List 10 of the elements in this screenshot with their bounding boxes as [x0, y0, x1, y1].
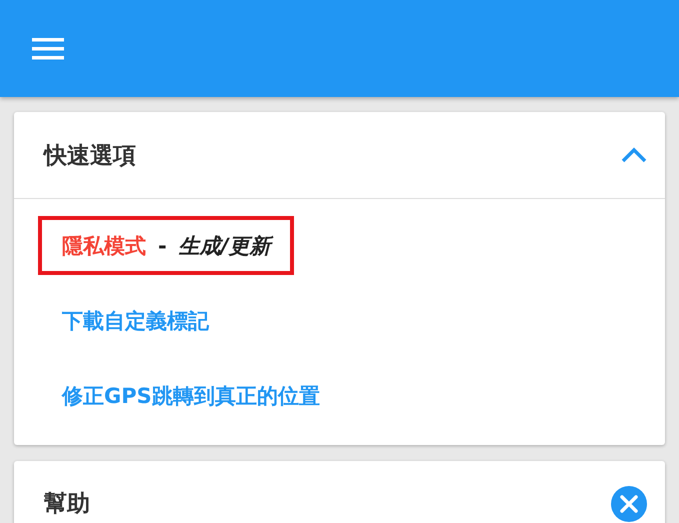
- close-icon[interactable]: [611, 486, 647, 522]
- chevron-up-icon[interactable]: [621, 147, 647, 163]
- menu-link[interactable]: 隱私模式 - 生成/更新: [38, 216, 294, 275]
- menu-icon[interactable]: [32, 38, 64, 60]
- separator: -: [158, 234, 167, 258]
- section-title: 幫助: [44, 490, 90, 519]
- menu-link[interactable]: 修正GPS跳轉到真正的位置: [38, 366, 344, 425]
- link-label: 隱私模式: [62, 232, 146, 260]
- menu-link[interactable]: 下載自定義標記: [38, 291, 233, 350]
- section-title: 快速選項: [44, 142, 136, 170]
